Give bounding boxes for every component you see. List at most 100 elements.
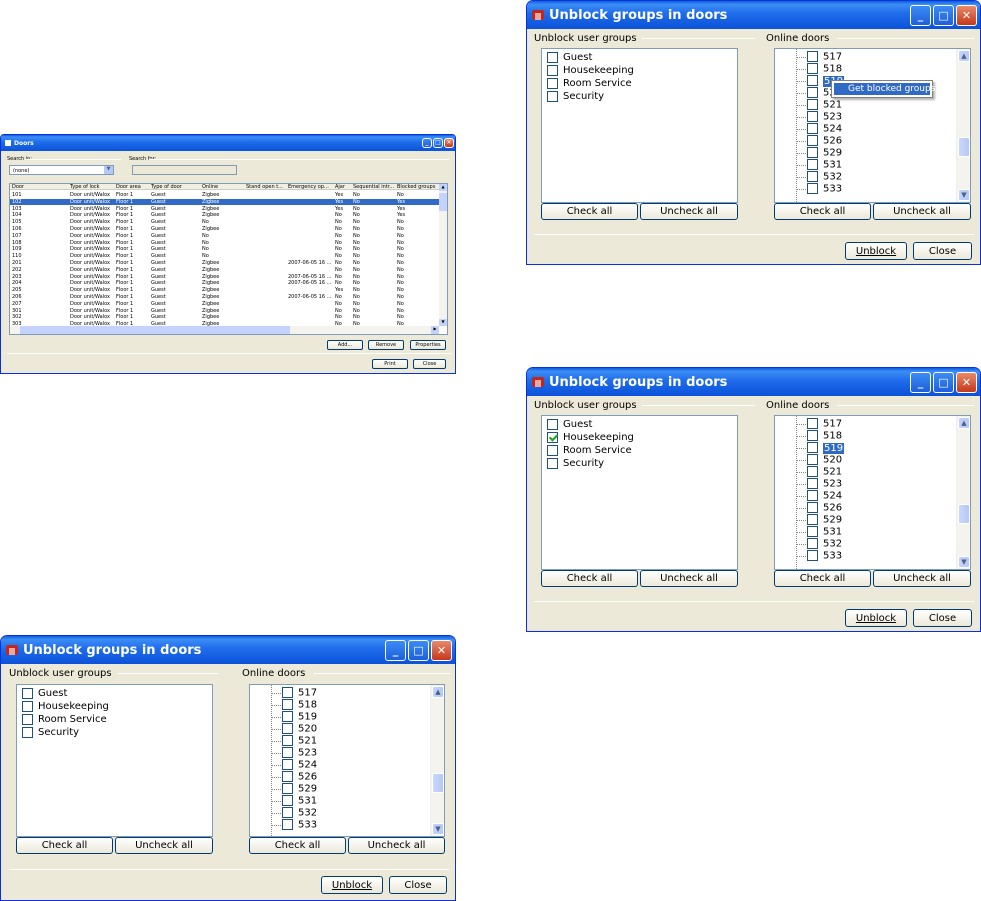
- list-item[interactable]: 517: [796, 51, 842, 63]
- group-checkbox-checked[interactable]: [547, 431, 558, 443]
- door-checkbox[interactable]: [282, 771, 293, 782]
- list-item[interactable]: 523: [796, 111, 842, 123]
- list-item[interactable]: Housekeeping: [547, 64, 634, 77]
- group-checkbox[interactable]: [22, 700, 33, 712]
- list-item[interactable]: 521: [796, 466, 842, 478]
- scroll-up-icon[interactable]: ▲: [958, 417, 970, 429]
- door-checkbox[interactable]: [807, 183, 818, 194]
- table-row[interactable]: 201 Door unit/Walox Floor 1 Guest Zigbee 2007…: [10, 260, 447, 266]
- group-checkbox[interactable]: [547, 77, 558, 89]
- maximize-button[interactable]: □: [433, 138, 443, 148]
- door-checkbox[interactable]: [807, 478, 818, 489]
- column-header[interactable]: Type of lock: [70, 184, 100, 190]
- door-checkbox[interactable]: [807, 147, 818, 158]
- door-checkbox[interactable]: [282, 711, 293, 722]
- list-item[interactable]: 529: [796, 147, 842, 159]
- column-header[interactable]: Door: [12, 184, 24, 190]
- table-row[interactable]: 301 Door unit/Walox Floor 1 Guest Zigbee No No…: [10, 308, 447, 314]
- list-item[interactable]: 519: [796, 442, 845, 454]
- scroll-down-icon[interactable]: ▼: [958, 189, 970, 201]
- table-row[interactable]: 105 Door unit/Walox Floor 1 Guest No No No No: [10, 219, 447, 225]
- close-icon[interactable]: ✕: [956, 372, 977, 393]
- group-checkbox[interactable]: [547, 64, 558, 76]
- vertical-scrollbar[interactable]: ▲ ▼: [956, 416, 970, 569]
- group-checkbox[interactable]: [547, 90, 558, 102]
- list-item[interactable]: Room Service: [22, 713, 107, 726]
- door-checkbox[interactable]: [807, 87, 818, 98]
- list-item[interactable]: 524: [796, 490, 842, 502]
- check-all-button[interactable]: Check all: [774, 570, 871, 587]
- unblock-button[interactable]: Unblock: [321, 876, 383, 894]
- close-icon[interactable]: ✕: [956, 5, 977, 26]
- door-checkbox[interactable]: [807, 63, 818, 74]
- door-checkbox[interactable]: [807, 159, 818, 170]
- door-checkbox[interactable]: [807, 171, 818, 182]
- scroll-thumb[interactable]: [432, 773, 444, 793]
- group-checkbox[interactable]: [547, 418, 558, 430]
- group-checkbox[interactable]: [547, 51, 558, 63]
- table-row[interactable]: 204 Door unit/Walox Floor 1 Guest Zigbee 2007…: [10, 280, 447, 286]
- scroll-right-icon[interactable]: ▶: [431, 326, 439, 334]
- uncheck-all-button[interactable]: Uncheck all: [640, 203, 738, 220]
- minimize-button[interactable]: _: [385, 640, 406, 661]
- door-checkbox[interactable]: [282, 735, 293, 746]
- column-header[interactable]: Online: [202, 184, 218, 190]
- list-item[interactable]: 526: [796, 502, 842, 514]
- list-item[interactable]: 520: [796, 454, 842, 466]
- list-item[interactable]: Guest: [547, 51, 592, 64]
- close-icon[interactable]: ✕: [431, 640, 452, 661]
- table-row[interactable]: 103 Door unit/Walox Floor 1 Guest Zigbee Yes N…: [10, 206, 447, 212]
- list-item[interactable]: 531: [271, 795, 317, 807]
- list-item[interactable]: 532: [271, 807, 317, 819]
- table-row[interactable]: 108 Door unit/Walox Floor 1 Guest No No No No: [10, 240, 447, 246]
- scroll-down-icon[interactable]: ▼: [439, 319, 447, 326]
- check-all-button[interactable]: Check all: [249, 837, 346, 854]
- list-item[interactable]: 518: [796, 63, 842, 75]
- scroll-down-icon[interactable]: ▼: [958, 556, 970, 568]
- door-checkbox[interactable]: [282, 723, 293, 734]
- list-item[interactable]: 523: [796, 478, 842, 490]
- horizontal-scrollbar[interactable]: ▶: [10, 326, 439, 334]
- door-checkbox[interactable]: [282, 819, 293, 830]
- unblock-button[interactable]: Unblock: [845, 609, 907, 627]
- list-item[interactable]: Housekeeping: [22, 700, 109, 713]
- check-all-button[interactable]: Check all: [541, 570, 638, 587]
- list-item[interactable]: Security: [547, 457, 604, 470]
- list-item[interactable]: 533: [796, 550, 842, 562]
- search-in-select[interactable]: (none) ▼: [9, 165, 114, 175]
- table-row[interactable]: 106 Door unit/Walox Floor 1 Guest Zigbee No No…: [10, 226, 447, 232]
- uncheck-all-button[interactable]: Uncheck all: [873, 203, 971, 220]
- uncheck-all-button[interactable]: Uncheck all: [348, 837, 445, 854]
- list-item[interactable]: Guest: [22, 687, 67, 700]
- check-all-button[interactable]: Check all: [16, 837, 113, 854]
- scroll-thumb[interactable]: [439, 193, 447, 211]
- list-item[interactable]: 529: [271, 783, 317, 795]
- door-checkbox[interactable]: [807, 502, 818, 513]
- maximize-button[interactable]: □: [933, 372, 954, 393]
- table-row[interactable]: 207 Door unit/Walox Floor 1 Guest Zigbee No No…: [10, 301, 447, 307]
- minimize-button[interactable]: _: [910, 5, 931, 26]
- scroll-thumb[interactable]: [20, 326, 290, 334]
- scroll-up-icon[interactable]: ▲: [432, 686, 444, 698]
- door-checkbox[interactable]: [807, 111, 818, 122]
- column-header[interactable]: Sequential intr...: [353, 184, 394, 190]
- door-checkbox[interactable]: [282, 687, 293, 698]
- list-item[interactable]: 533: [271, 819, 317, 831]
- close-button[interactable]: Close: [913, 242, 972, 260]
- group-checkbox[interactable]: [22, 713, 33, 725]
- list-item[interactable]: 526: [271, 771, 317, 783]
- group-checkbox[interactable]: [547, 457, 558, 469]
- print-button[interactable]: Print: [372, 359, 408, 369]
- door-checkbox[interactable]: [282, 747, 293, 758]
- list-item[interactable]: Room Service: [547, 77, 632, 90]
- list-item[interactable]: 517: [796, 418, 842, 430]
- add-button[interactable]: Add...: [327, 340, 363, 350]
- scroll-thumb[interactable]: [958, 504, 970, 524]
- group-checkbox[interactable]: [22, 726, 33, 738]
- list-item[interactable]: 518: [796, 430, 842, 442]
- door-checkbox[interactable]: [807, 75, 818, 86]
- door-checkbox[interactable]: [807, 526, 818, 537]
- door-checkbox[interactable]: [807, 442, 818, 453]
- table-row[interactable]: 109 Door unit/Walox Floor 1 Guest No No No No: [10, 246, 447, 252]
- list-item[interactable]: 520: [271, 723, 317, 735]
